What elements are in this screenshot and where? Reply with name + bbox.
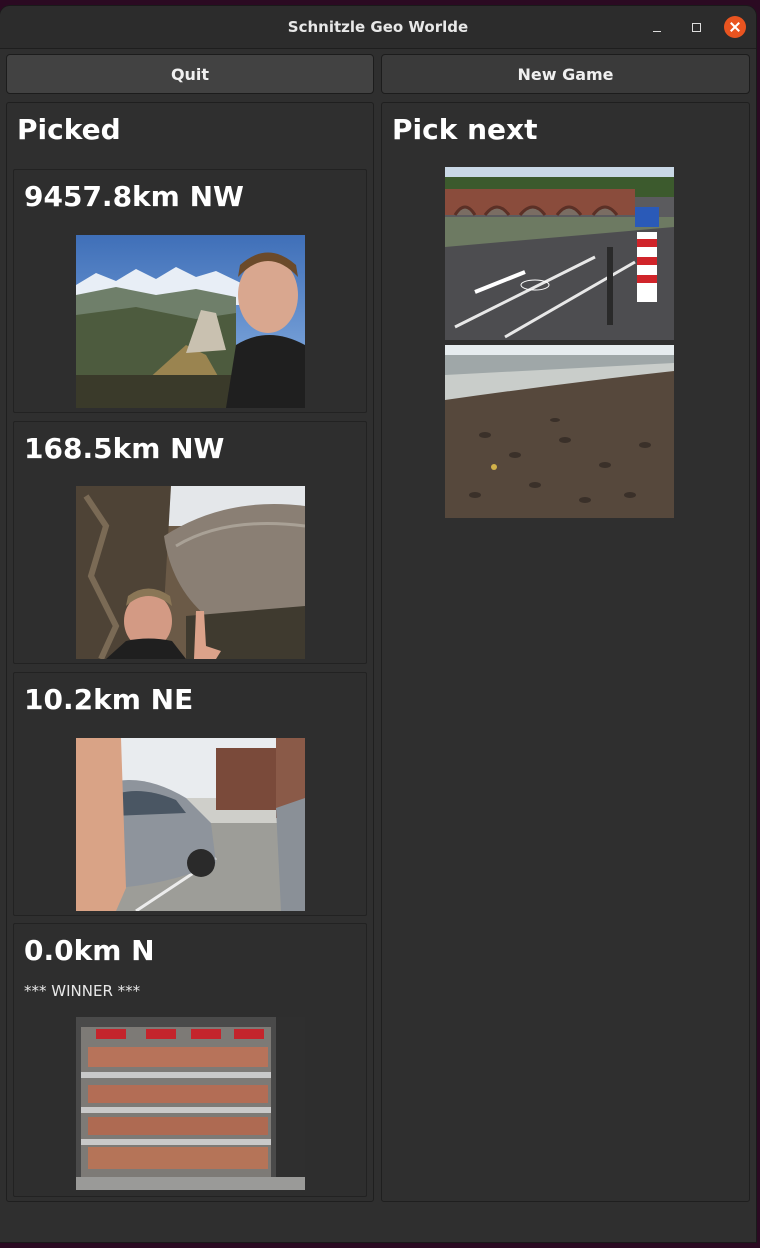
picked-card: 9457.8km NW: [13, 169, 367, 413]
maximize-icon[interactable]: [685, 16, 707, 38]
picked-card: 168.5km NW: [13, 421, 367, 664]
pick-next-panel: Pick next: [381, 102, 750, 1202]
window-title: Schnitzle Geo Worlde: [287, 18, 469, 36]
distance-label: 168.5km NW: [24, 432, 225, 465]
picked-card: 10.2km NE: [13, 672, 367, 916]
picked-card-winner: 0.0km N *** WINNER ***: [13, 923, 367, 1197]
app-window: Schnitzle Geo Worlde Quit New Game Picke…: [0, 6, 756, 1242]
food-warmer-photo: [76, 1017, 305, 1190]
distance-label: 10.2km NE: [24, 683, 194, 716]
title-bar[interactable]: Schnitzle Geo Worlde: [0, 6, 756, 49]
quit-button[interactable]: Quit: [6, 54, 374, 94]
new-game-button[interactable]: New Game: [381, 54, 750, 94]
car-parking-photo: [76, 738, 305, 911]
picked-panel: Picked 9457.8km NW 168.5km NW 10.2km NE …: [6, 102, 374, 1202]
street-bridge-photo[interactable]: [445, 167, 674, 340]
distance-label: 0.0km N: [24, 934, 155, 967]
close-icon[interactable]: [724, 16, 746, 38]
mountain-selfie-photo: [76, 235, 305, 408]
winner-label: *** WINNER ***: [24, 982, 141, 1000]
pick-next-heading: Pick next: [392, 113, 538, 146]
rock-selfie-photo: [76, 486, 305, 659]
distance-label: 9457.8km NW: [24, 180, 244, 213]
picked-heading: Picked: [17, 113, 121, 146]
beach-sand-photo[interactable]: [445, 345, 674, 518]
minimize-icon[interactable]: [646, 16, 668, 38]
